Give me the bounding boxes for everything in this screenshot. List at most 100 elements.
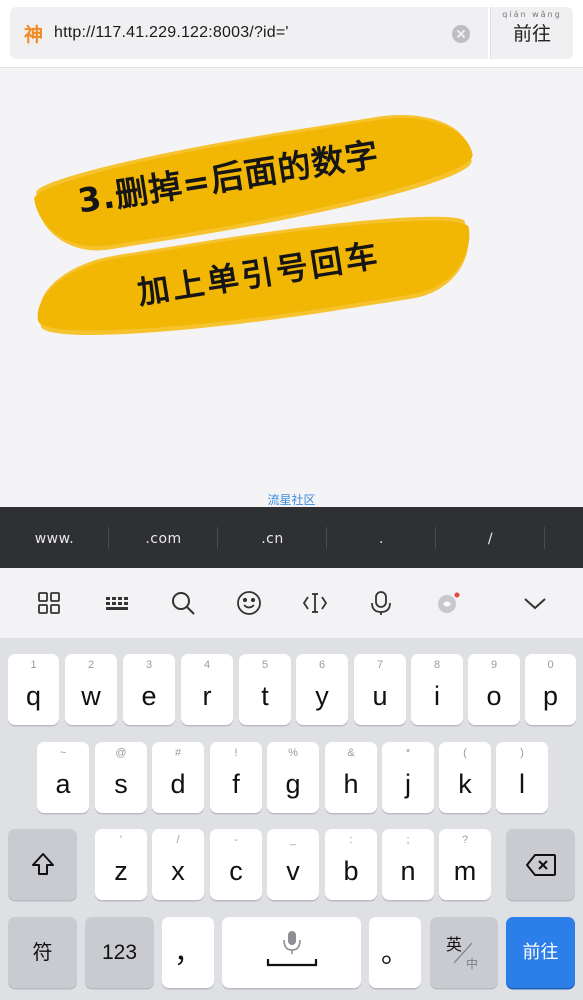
key-sub: 6	[318, 659, 326, 671]
go-button[interactable]: qián wǎng 前往	[490, 7, 573, 59]
url-field[interactable]: 神 http://117.41.229.122:8003/?id='	[10, 7, 488, 59]
key-main: e	[141, 681, 157, 711]
watermark: 流星社区	[267, 493, 316, 507]
grid-icon[interactable]	[32, 586, 66, 620]
key-d[interactable]: # d	[152, 742, 204, 813]
key-main: x	[171, 856, 185, 886]
key-c[interactable]: -c	[210, 829, 262, 900]
key-main: j	[405, 769, 411, 799]
key-e[interactable]: 3e	[123, 654, 175, 725]
text-cursor-icon[interactable]	[298, 586, 332, 620]
key-sub: ;	[406, 834, 410, 846]
search-icon[interactable]	[166, 586, 200, 620]
key-l[interactable]: ) l	[496, 742, 548, 813]
suggestion-more[interactable]	[545, 507, 583, 568]
key-v[interactable]: _ v	[267, 829, 319, 900]
key-main: y	[315, 681, 329, 711]
comma-key[interactable]: ，	[162, 917, 214, 988]
key-n[interactable]: ; n	[382, 829, 434, 900]
numbers-label: 123	[101, 940, 138, 964]
suggestion-dot[interactable]: .	[327, 507, 436, 568]
key-main: g	[285, 769, 301, 799]
microphone-icon[interactable]	[364, 586, 398, 620]
web-content: 3.删掉=后面的数字 加上单引号回车 流星社区	[0, 69, 583, 507]
key-r[interactable]: 4r	[181, 654, 233, 725]
key-sub: 3	[145, 659, 153, 671]
go-button-label: 前往	[512, 23, 551, 45]
space-key[interactable]	[222, 917, 361, 988]
symbols-label: 符	[32, 941, 53, 964]
key-sub: _	[289, 834, 297, 846]
key-main: r	[202, 681, 212, 711]
key-sub: 4	[203, 659, 211, 671]
key-sub: ?	[461, 834, 469, 846]
key-g[interactable]: % g	[267, 742, 319, 813]
backspace-key[interactable]	[506, 829, 575, 900]
key-a[interactable]: ~ a	[37, 742, 89, 813]
key-p[interactable]: 0p	[525, 654, 576, 725]
key-sub: /	[176, 834, 180, 846]
shift-arrow-icon	[32, 853, 54, 875]
key-main: m	[453, 856, 477, 886]
address-bar: 神 http://117.41.229.122:8003/?id=' qián …	[0, 0, 583, 68]
key-m[interactable]: ? m	[439, 829, 491, 900]
suggestion-cn[interactable]: .cn	[218, 507, 327, 568]
key-main: c	[229, 856, 243, 886]
collapse-chevron-icon[interactable]	[518, 586, 552, 620]
key-sub: :	[349, 834, 353, 846]
suggestion-slash[interactable]: /	[436, 507, 545, 568]
period-key[interactable]: 。	[369, 917, 421, 988]
keyboard: 1q 2w 3e 4r 5t 6y 7u 8i 9o 0p ~ a @ s # d !…	[0, 638, 583, 1000]
slash-divider-icon	[453, 942, 473, 964]
key-sub: (	[463, 747, 467, 759]
key-h[interactable]: & h	[325, 742, 377, 813]
key-q[interactable]: 1q	[8, 654, 59, 725]
key-main: p	[542, 681, 559, 711]
key-t[interactable]: 5t	[239, 654, 291, 725]
key-i[interactable]: 8i	[411, 654, 463, 725]
enter-key[interactable]: 前往	[506, 917, 575, 988]
key-main: o	[486, 681, 502, 711]
space-mic-icon	[266, 931, 318, 967]
symbols-key[interactable]: 符	[8, 917, 77, 988]
key-o[interactable]: 9o	[468, 654, 520, 725]
key-main: u	[372, 681, 388, 711]
key-main: t	[261, 681, 269, 711]
key-f[interactable]: ! f	[210, 742, 262, 813]
key-main: z	[114, 856, 128, 886]
language-toggle-key[interactable]: 英 中	[430, 917, 498, 988]
key-main: s	[114, 769, 128, 799]
numbers-key[interactable]: 123	[85, 917, 154, 988]
key-sub: !	[234, 747, 238, 759]
key-sub: *	[405, 747, 411, 759]
key-main: h	[343, 769, 359, 799]
suggestion-com[interactable]: .com	[109, 507, 218, 568]
emoji-icon[interactable]	[232, 586, 266, 620]
key-b[interactable]: :b	[325, 829, 377, 900]
url-text[interactable]: http://117.41.229.122:8003/?id='	[54, 24, 289, 42]
clear-url-icon[interactable]	[452, 25, 470, 43]
key-sub: @	[115, 747, 127, 759]
key-sub: 0	[547, 659, 554, 671]
keyboard-icon[interactable]	[100, 586, 134, 620]
shift-key[interactable]	[8, 829, 77, 900]
key-x[interactable]: / x	[152, 829, 204, 900]
key-z[interactable]: ' z	[95, 829, 147, 900]
key-main: i	[434, 681, 440, 711]
key-main: l	[519, 769, 525, 799]
go-button-ruby: qián wǎng	[502, 10, 562, 19]
key-y[interactable]: 6y	[296, 654, 348, 725]
key-sub: '	[119, 834, 123, 846]
key-s[interactable]: @ s	[95, 742, 147, 813]
key-w[interactable]: 2w	[65, 654, 117, 725]
key-sub: 2	[87, 659, 95, 671]
key-k[interactable]: (k	[439, 742, 491, 813]
key-main: a	[55, 769, 71, 799]
voice-toggle-icon[interactable]	[430, 586, 464, 620]
key-main: v	[286, 856, 300, 886]
key-sub: %	[288, 747, 298, 759]
suggestion-www[interactable]: www.	[0, 507, 109, 568]
key-u[interactable]: 7u	[354, 654, 406, 725]
key-sub: #	[174, 747, 182, 759]
key-j[interactable]: * j	[382, 742, 434, 813]
